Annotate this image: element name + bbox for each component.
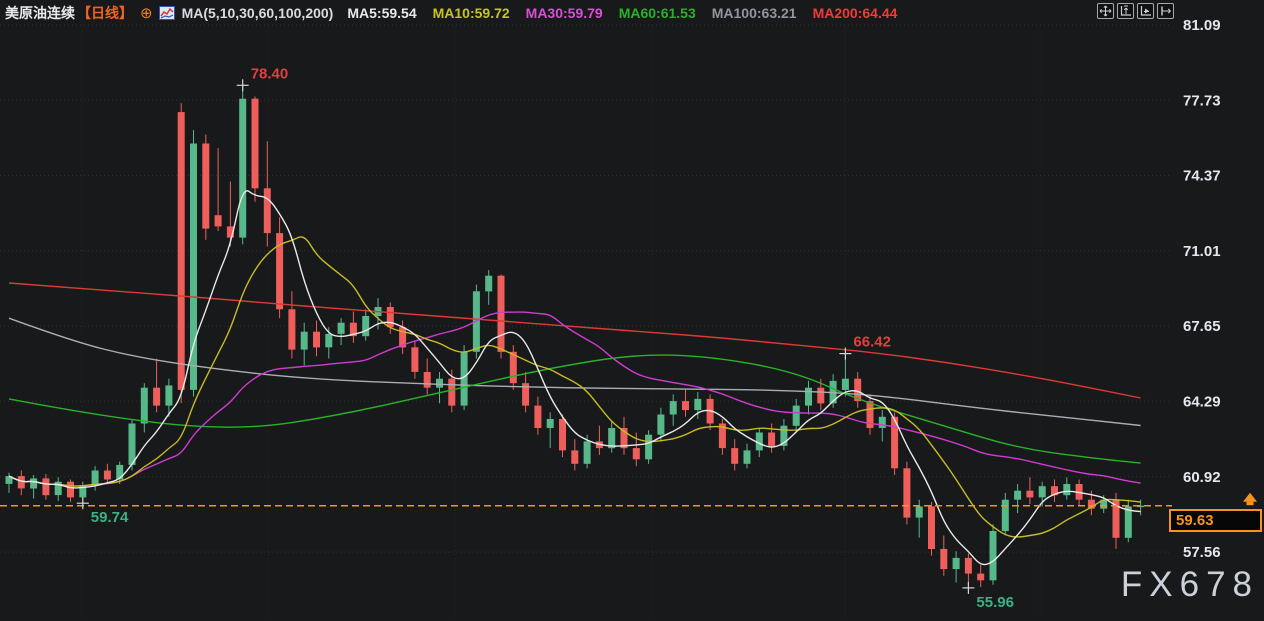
current-price-value: 59.63 [1176,512,1214,529]
move-tool-icon[interactable] [1097,3,1114,19]
svg-text:60.92: 60.92 [1183,469,1221,486]
candlestick-chart[interactable]: 78.4066.4259.7455.9681.0977.7374.3771.01… [0,0,1264,621]
chart-header: 美原油连续 【日线】 ⊕ MA(5,10,30,60,100,200) MA5:… [0,0,1264,26]
svg-text:77.73: 77.73 [1183,92,1221,109]
fx678-watermark: FX678 [1120,565,1259,604]
svg-text:67.65: 67.65 [1183,318,1221,335]
svg-text:78.40: 78.40 [251,65,289,82]
svg-text:59.74: 59.74 [91,509,129,526]
current-price-box: 59.63 [1169,509,1262,532]
ma10-value: MA10:59.72 [432,5,510,21]
ma-settings-label[interactable]: MA(5,10,30,60,100,200) [182,5,334,21]
add-indicator-icon[interactable]: ⊕ [140,6,153,21]
symbol-title: 美原油连续 [5,5,75,21]
svg-text:55.96: 55.96 [976,594,1014,611]
chart-app: 78.40 66.42 59.74 55.96 81.09 77.73 74.37 71.01… [0,0,1264,621]
go-to-latest-tool-icon[interactable] [1157,3,1174,19]
ma30-value: MA30:59.79 [525,5,603,21]
svg-text:64.29: 64.29 [1183,393,1221,410]
indicator-chart-icon[interactable] [158,6,175,20]
ma60-value: MA60:61.53 [618,5,696,21]
ma100-value: MA100:63.21 [711,5,797,21]
ma5-value: MA5:59.54 [347,5,417,21]
chart-toolbar [1097,3,1174,19]
svg-text:71.01: 71.01 [1183,243,1221,260]
timeframe-label[interactable]: 【日线】 [77,3,133,23]
fit-scale-tool-icon[interactable] [1117,3,1134,19]
ma200-value: MA200:64.44 [812,5,898,21]
svg-text:57.56: 57.56 [1183,544,1221,561]
svg-text:66.42: 66.42 [853,334,891,351]
auto-scroll-tool-icon[interactable] [1137,3,1154,19]
svg-text:74.37: 74.37 [1183,168,1221,185]
